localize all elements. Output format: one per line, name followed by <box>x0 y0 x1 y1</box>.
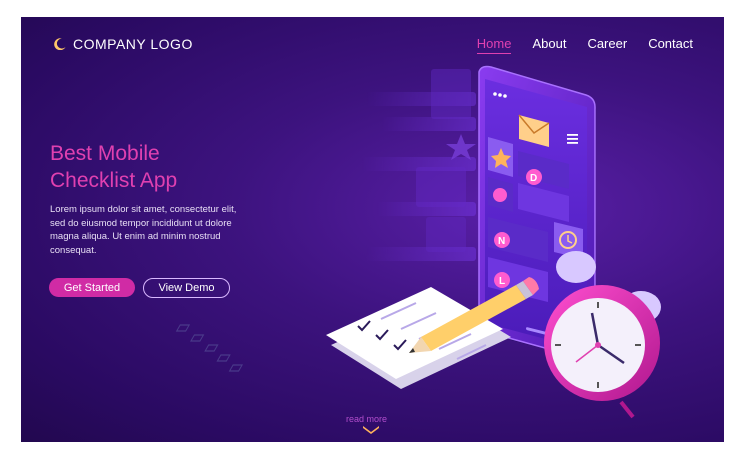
hero-description: Lorem ipsum dolor sit amet, consectetur … <box>50 204 237 256</box>
nav-career[interactable]: Career <box>587 36 627 54</box>
view-demo-button[interactable]: View Demo <box>143 278 230 298</box>
hero-title-line2: Checklist App <box>50 169 178 192</box>
landing-page: D N L COMPANY LOGO Home About Career Con… <box>21 17 724 442</box>
svg-text:N: N <box>498 236 505 247</box>
logo-text: COMPANY LOGO <box>73 36 193 52</box>
main-nav: Home About Career Contact <box>476 36 693 54</box>
alarm-clock <box>544 251 661 419</box>
company-logo[interactable]: COMPANY LOGO <box>54 36 193 52</box>
nav-home[interactable]: Home <box>476 36 512 54</box>
person-icon <box>493 188 507 202</box>
hero-title-line1: Best Mobile <box>50 142 160 165</box>
floating-ui-panels <box>361 69 476 261</box>
nav-contact[interactable]: Contact <box>648 36 693 54</box>
svg-text:D: D <box>530 173 537 184</box>
hero-title: Best Mobile Checklist App <box>50 140 250 194</box>
nav-about[interactable]: About <box>532 36 566 54</box>
read-more-link[interactable]: read more <box>346 414 387 424</box>
get-started-button[interactable]: Get Started <box>49 278 135 297</box>
chevron-down-icon[interactable] <box>363 426 379 434</box>
moon-icon <box>54 38 66 50</box>
checklist-paper <box>175 287 511 389</box>
svg-text:L: L <box>499 276 505 287</box>
